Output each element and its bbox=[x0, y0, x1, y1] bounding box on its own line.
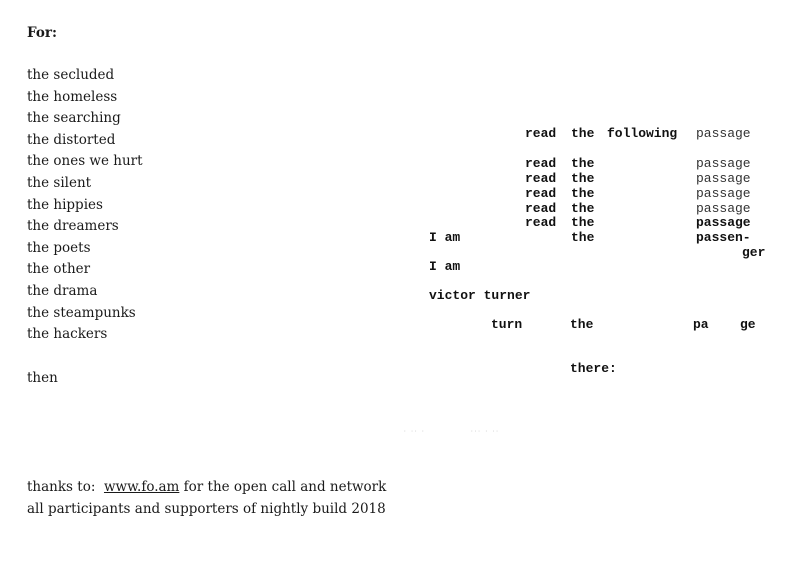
poem-name: victor turner bbox=[429, 288, 531, 303]
foam-link[interactable]: www.fo.am bbox=[104, 479, 179, 495]
thanks-suffix: for the open call and network bbox=[183, 479, 387, 495]
poem-word: read bbox=[525, 186, 557, 201]
poem-word: passage bbox=[696, 186, 751, 201]
dedication-heading: For: bbox=[27, 25, 57, 41]
poem-word: I am bbox=[429, 230, 461, 245]
list-item: the searching bbox=[27, 110, 121, 127]
list-item: the other bbox=[27, 261, 91, 278]
thanks-prefix: thanks to: bbox=[27, 479, 96, 495]
list-item: the homeless bbox=[27, 88, 118, 105]
poem-word: the bbox=[571, 230, 595, 245]
poem-word: passage bbox=[696, 126, 751, 141]
list-item: the distorted bbox=[27, 131, 116, 148]
list-item: the steampunks bbox=[27, 304, 136, 321]
thanks-line-2: all participants and supporters of night… bbox=[27, 500, 386, 517]
poem-word: the bbox=[571, 201, 595, 216]
poem-word: passen- bbox=[696, 230, 751, 245]
poem-word: read bbox=[525, 171, 557, 186]
list-item: the hippies bbox=[27, 196, 103, 213]
poem-word: there: bbox=[570, 361, 617, 376]
poem-word: passage bbox=[696, 201, 751, 216]
poem-word: the bbox=[570, 317, 594, 332]
poem-word: the bbox=[571, 186, 595, 201]
thanks-line-1: thanks to: www.fo.am for the open call a… bbox=[27, 477, 386, 499]
list-item: the drama bbox=[27, 282, 98, 299]
scan-artifact: ··· · ·· bbox=[470, 428, 499, 435]
list-item: the hackers bbox=[27, 326, 108, 343]
poem-word: following bbox=[607, 126, 678, 141]
poem-word: the bbox=[571, 215, 595, 230]
scan-artifact: · ·· · bbox=[403, 428, 425, 435]
closing-word: then bbox=[27, 370, 58, 386]
list-item: the secluded bbox=[27, 67, 115, 83]
list-item: the poets bbox=[27, 239, 91, 256]
poem-word: turn bbox=[491, 317, 523, 332]
list-item: the ones we hurt bbox=[27, 153, 143, 170]
poem-word: passage bbox=[696, 156, 751, 171]
poem-word: read bbox=[525, 156, 557, 171]
list-item: the silent bbox=[27, 174, 92, 191]
poem-word: read bbox=[525, 126, 557, 141]
list-item: the dreamers bbox=[27, 218, 119, 235]
poem-word: read bbox=[525, 215, 557, 230]
poem-word: passage bbox=[696, 171, 751, 186]
acknowledgements: thanks to: www.fo.am for the open call a… bbox=[27, 477, 386, 520]
poem-word: pa bbox=[693, 317, 709, 332]
poem-word: the bbox=[571, 171, 595, 186]
poem-word: I am bbox=[429, 259, 461, 274]
poem-word: ger bbox=[742, 245, 766, 260]
poem-word: passage bbox=[696, 215, 751, 230]
poem-word: ge bbox=[740, 317, 756, 332]
poem-word: the bbox=[571, 126, 595, 141]
poem-word: read bbox=[525, 201, 557, 216]
poem-word: the bbox=[571, 156, 595, 171]
dedication-list: the secluded the homeless the searching … bbox=[27, 65, 143, 346]
